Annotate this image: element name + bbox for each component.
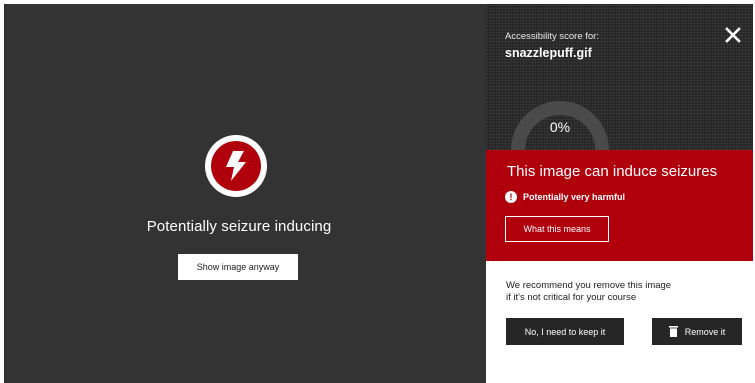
score-header: Accessibility score for: snazzlepuff.gif…: [486, 4, 753, 150]
preview-title: Potentially seizure inducing: [146, 218, 332, 235]
accessibility-panel: Accessibility score for: snazzlepuff.gif…: [486, 4, 753, 383]
close-icon: [725, 27, 741, 43]
exclamation-icon: !: [505, 191, 517, 203]
show-image-anyway-button[interactable]: Show image anyway: [178, 254, 298, 280]
score-label: Accessibility score for:: [505, 31, 599, 42]
recommendation-text: We recommend you remove this image if it…: [506, 280, 736, 304]
recommendation-line-1: We recommend you remove this image: [506, 280, 672, 291]
close-button[interactable]: [722, 24, 744, 46]
image-preview-area: Potentially seizure inducing Show image …: [4, 4, 486, 383]
recommendation-line-2: if it's not critical for your course: [506, 292, 637, 303]
keep-image-button[interactable]: No, I need to keep it: [506, 318, 624, 345]
severity-row: ! Potentially very harmful: [505, 191, 625, 203]
seizure-warning-badge: [205, 135, 267, 197]
trash-icon: [668, 326, 678, 337]
seizure-warning-box: This image can induce seizures ! Potenti…: [486, 150, 753, 261]
score-value: 0%: [549, 119, 571, 135]
warning-title: This image can induce seizures: [507, 163, 718, 180]
app-frame: Potentially seizure inducing Show image …: [4, 4, 753, 383]
remove-image-button[interactable]: Remove it: [652, 318, 742, 345]
lightning-bolt-icon: [211, 141, 261, 191]
remove-button-label: Remove it: [684, 326, 726, 337]
what-this-means-button[interactable]: What this means: [505, 216, 609, 242]
severity-label: Potentially very harmful: [523, 192, 626, 202]
file-name: snazzlepuff.gif: [505, 46, 592, 60]
score-gauge: [511, 101, 609, 150]
